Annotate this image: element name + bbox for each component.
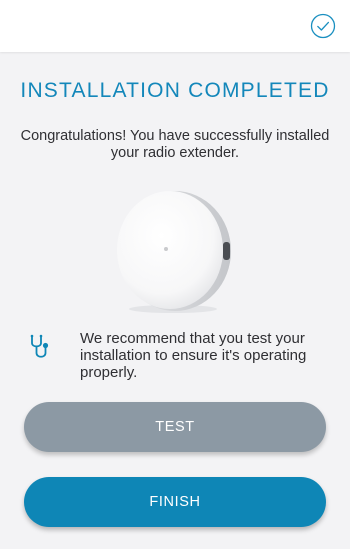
check-circle-icon[interactable] (310, 13, 336, 39)
top-bar (0, 0, 350, 52)
test-button[interactable]: TEST (24, 402, 326, 452)
finish-button[interactable]: FINISH (24, 477, 326, 527)
radio-extender-image (117, 191, 231, 313)
subtitle-text: Congratulations! You have successfully i… (20, 128, 330, 161)
page-title: INSTALLATION COMPLETED (20, 79, 330, 102)
stethoscope-icon (30, 334, 49, 358)
recommendation-text: We recommend that you test your installa… (80, 330, 307, 381)
recommendation: We recommend that you test your installa… (0, 330, 350, 381)
